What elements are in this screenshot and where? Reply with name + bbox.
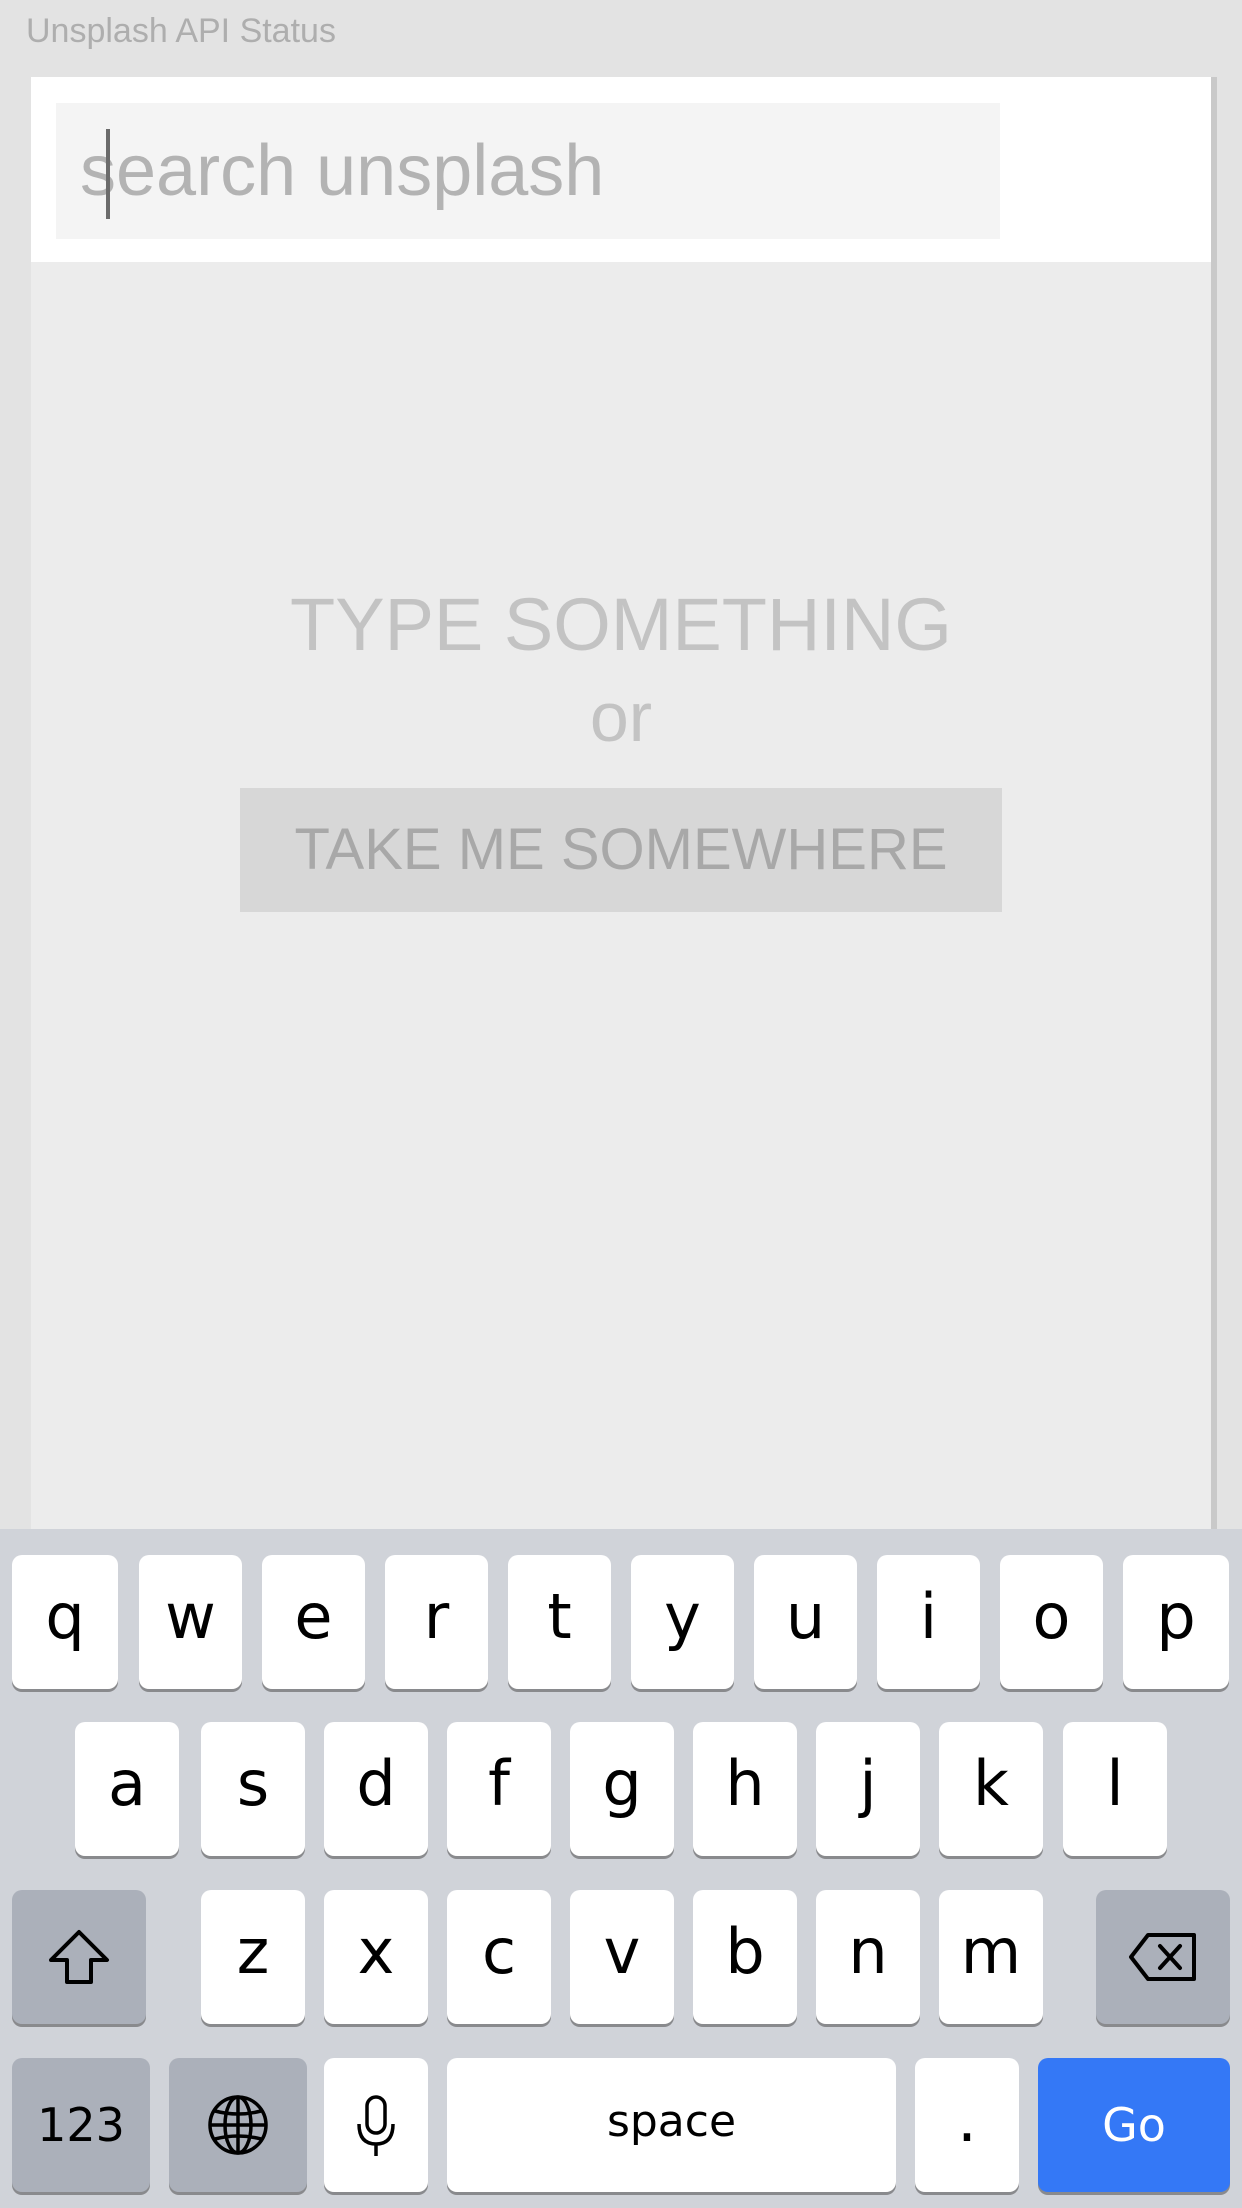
key-n[interactable]: n <box>816 1890 920 2024</box>
microphone-key[interactable] <box>324 2058 428 2192</box>
app-screen: Unsplash API Status TYPE SOMETHING or TA… <box>0 0 1242 2208</box>
key-a[interactable]: a <box>75 1722 179 1856</box>
shift-icon <box>49 1930 109 1984</box>
key-e[interactable]: e <box>262 1555 365 1689</box>
key-l[interactable]: l <box>1063 1722 1167 1856</box>
search-header <box>31 77 1211 262</box>
numbers-key[interactable]: 123 <box>12 2058 150 2192</box>
delete-key[interactable] <box>1096 1890 1230 2024</box>
key-k[interactable]: k <box>939 1722 1043 1856</box>
key-b[interactable]: b <box>693 1890 797 2024</box>
key-m[interactable]: m <box>939 1890 1043 2024</box>
text-cursor <box>106 129 110 219</box>
key-y[interactable]: y <box>631 1555 734 1689</box>
key-w[interactable]: w <box>139 1555 242 1689</box>
search-input[interactable] <box>56 103 1000 239</box>
key-v[interactable]: v <box>570 1890 674 2024</box>
go-key[interactable]: Go <box>1038 2058 1230 2192</box>
key-u[interactable]: u <box>754 1555 857 1689</box>
key-g[interactable]: g <box>570 1722 674 1856</box>
key-r[interactable]: r <box>385 1555 488 1689</box>
key-t[interactable]: t <box>508 1555 611 1689</box>
api-status-link[interactable]: Unsplash API Status <box>26 10 336 52</box>
take-me-somewhere-button[interactable]: TAKE ME SOMEWHERE <box>240 788 1002 912</box>
onscreen-keyboard: q w e r t y u i o p a s d f g h j k l z … <box>0 1529 1242 2208</box>
microphone-icon <box>357 2095 395 2156</box>
empty-state-title: TYPE SOMETHING <box>290 583 952 666</box>
key-x[interactable]: x <box>324 1890 428 2024</box>
space-key[interactable]: space <box>447 2058 896 2192</box>
backspace-icon <box>1129 1933 1196 1981</box>
main-panel: TYPE SOMETHING or TAKE ME SOMEWHERE <box>31 77 1211 1530</box>
key-j[interactable]: j <box>816 1722 920 1856</box>
key-i[interactable]: i <box>877 1555 980 1689</box>
key-f[interactable]: f <box>447 1722 551 1856</box>
period-key[interactable]: . <box>915 2058 1019 2192</box>
key-q[interactable]: q <box>12 1555 118 1689</box>
empty-state-or: or <box>589 678 653 756</box>
globe-icon <box>208 2095 268 2155</box>
search-box <box>56 103 1000 239</box>
key-p[interactable]: p <box>1123 1555 1229 1689</box>
key-h[interactable]: h <box>693 1722 797 1856</box>
key-z[interactable]: z <box>201 1890 305 2024</box>
key-d[interactable]: d <box>324 1722 428 1856</box>
globe-key[interactable] <box>169 2058 307 2192</box>
key-c[interactable]: c <box>447 1890 551 2024</box>
shift-key[interactable] <box>12 1890 146 2024</box>
key-o[interactable]: o <box>1000 1555 1103 1689</box>
key-s[interactable]: s <box>201 1722 305 1856</box>
